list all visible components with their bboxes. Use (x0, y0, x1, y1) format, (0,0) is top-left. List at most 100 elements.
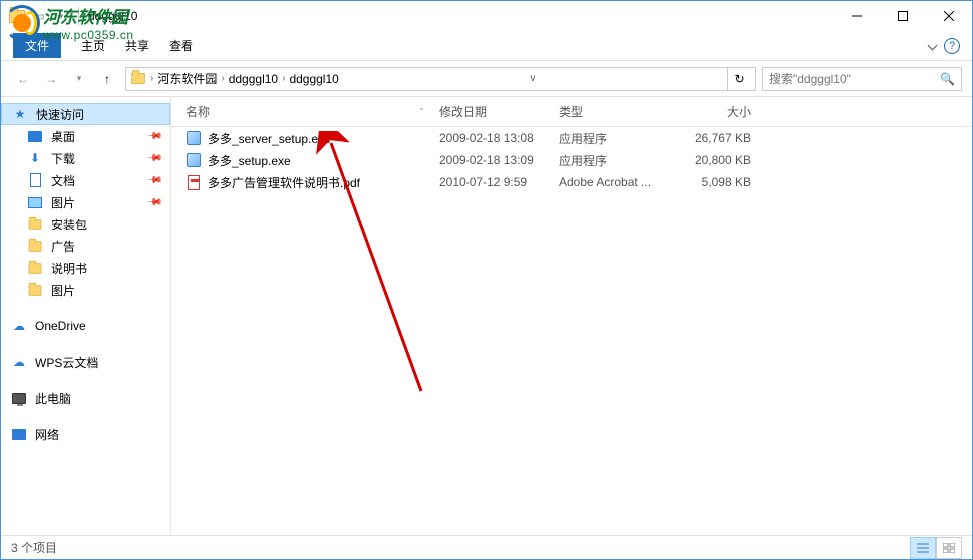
sidebar-install-pkg[interactable]: 安装包 (1, 213, 170, 235)
sidebar-ads[interactable]: 广告 (1, 235, 170, 257)
pc-icon (11, 390, 27, 406)
breadcrumb[interactable]: › 河东软件园 › ddgggl10 › ddgggl10 v ↻ (125, 67, 756, 91)
tab-share[interactable]: 共享 (125, 37, 149, 54)
sidebar-item-label: 安装包 (51, 216, 87, 233)
file-size: 20,800 KB (671, 153, 771, 167)
forward-button[interactable]: → (39, 67, 63, 91)
tab-view[interactable]: 查看 (169, 37, 193, 54)
column-header-row: 名称ˆ 修改日期 类型 大小 (171, 97, 972, 127)
chevron-right-icon[interactable]: › (150, 73, 153, 84)
pin-icon: 📌 (145, 150, 162, 167)
folder-icon (27, 282, 43, 298)
view-details-button[interactable] (910, 537, 936, 559)
sidebar-thispc[interactable]: 此电脑 (1, 387, 170, 409)
sidebar-desktop[interactable]: 桌面 📌 (1, 125, 170, 147)
maximize-button[interactable] (880, 1, 926, 31)
network-icon (11, 426, 27, 442)
file-date: 2009-02-18 13:09 (431, 153, 551, 167)
table-row[interactable]: 多多_setup.exe 2009-02-18 13:09 应用程序 20,80… (171, 149, 972, 171)
status-count: 3 个项目 (11, 539, 57, 556)
sidebar-item-label: 桌面 (51, 128, 75, 145)
help-icon[interactable]: ? (944, 38, 960, 54)
sidebar-onedrive[interactable]: ☁OneDrive (1, 315, 170, 337)
pdf-icon (186, 174, 202, 190)
column-header-date[interactable]: 修改日期 (431, 97, 551, 126)
sidebar-item-label: WPS云文档 (35, 354, 98, 371)
folder-icon (27, 216, 43, 232)
sidebar-downloads[interactable]: ⬇ 下载 📌 (1, 147, 170, 169)
sidebar-item-label: 图片 (51, 194, 75, 211)
address-dropdown-icon[interactable]: v (521, 67, 545, 91)
sidebar-manual[interactable]: 说明书 (1, 257, 170, 279)
exe-icon (186, 152, 202, 168)
minimize-button[interactable] (834, 1, 880, 31)
tab-file[interactable]: 文件 (13, 33, 61, 58)
back-button[interactable]: ← (11, 67, 35, 91)
search-icon[interactable]: 🔍 (940, 72, 955, 86)
exe-icon (186, 130, 202, 146)
sidebar: ★ 快速访问 桌面 📌 ⬇ 下载 📌 文档 📌 图片 📌 安装包 广告 说明书 图片 ☁O… (1, 97, 171, 535)
document-icon (27, 172, 43, 188)
sidebar-item-label: 广告 (51, 238, 75, 255)
close-button[interactable] (926, 1, 972, 31)
search-box[interactable]: 🔍 (762, 67, 962, 91)
sidebar-wpscloud[interactable]: ☁WPS云文档 (1, 351, 170, 373)
download-icon: ⬇ (27, 150, 43, 166)
titlebar: ▭ ▾ ddgggl10 (1, 1, 972, 31)
sidebar-network[interactable]: 网络 (1, 423, 170, 445)
file-name: 多多_setup.exe (208, 152, 291, 169)
pin-icon: 📌 (145, 194, 162, 211)
column-header-type[interactable]: 类型 (551, 97, 671, 126)
table-row[interactable]: 多多广告管理软件说明书.pdf 2010-07-12 9:59 Adobe Ac… (171, 171, 972, 193)
file-date: 2010-07-12 9:59 (431, 175, 551, 189)
sidebar-item-label: 下载 (51, 150, 75, 167)
ribbon-collapse-icon[interactable] (928, 41, 938, 51)
pin-icon: 📌 (145, 128, 162, 145)
picture-icon (27, 194, 43, 210)
sidebar-item-label: 说明书 (51, 260, 87, 277)
breadcrumb-seg-2[interactable]: ddgggl10 (289, 72, 338, 86)
pin-icon: 📌 (145, 172, 162, 189)
file-type: 应用程序 (551, 152, 671, 169)
quick-properties-icon[interactable]: ▭ (31, 8, 47, 24)
window-title: ddgggl10 (88, 9, 137, 23)
chevron-right-icon[interactable]: › (282, 73, 285, 84)
column-header-name[interactable]: 名称ˆ (171, 97, 431, 126)
sort-arrow-icon: ˆ (420, 107, 423, 117)
statusbar: 3 个项目 (1, 535, 972, 559)
folder-icon (27, 238, 43, 254)
tab-home[interactable]: 主页 (81, 37, 105, 54)
breadcrumb-seg-1[interactable]: ddgggl10 (229, 72, 278, 86)
file-name: 多多_server_setup.exe (208, 130, 331, 147)
refresh-button[interactable]: ↻ (727, 67, 751, 91)
column-header-size[interactable]: 大小 (671, 97, 771, 126)
quick-dropdown-icon[interactable]: ▾ (53, 8, 69, 24)
file-type: 应用程序 (551, 130, 671, 147)
folder-icon (9, 8, 25, 24)
sidebar-item-label: 快速访问 (36, 106, 84, 123)
star-icon: ★ (12, 106, 28, 122)
history-dropdown-icon[interactable]: ▾ (67, 67, 91, 91)
file-size: 5,098 KB (671, 175, 771, 189)
sidebar-pictures2[interactable]: 图片 (1, 279, 170, 301)
sidebar-documents[interactable]: 文档 📌 (1, 169, 170, 191)
sidebar-pictures[interactable]: 图片 📌 (1, 191, 170, 213)
sidebar-item-label: 图片 (51, 282, 75, 299)
divider (78, 7, 79, 25)
sidebar-item-label: 此电脑 (35, 390, 71, 407)
sidebar-quick-access[interactable]: ★ 快速访问 (1, 103, 170, 125)
file-type: Adobe Acrobat ... (551, 175, 671, 189)
view-icons-button[interactable] (936, 537, 962, 559)
search-input[interactable] (769, 72, 940, 86)
breadcrumb-seg-root[interactable]: 河东软件园 (157, 70, 217, 87)
file-name: 多多广告管理软件说明书.pdf (208, 174, 360, 191)
chevron-right-icon[interactable]: › (221, 73, 224, 84)
table-row[interactable]: 多多_server_setup.exe 2009-02-18 13:08 应用程… (171, 127, 972, 149)
navbar: ← → ▾ ↑ › 河东软件园 › ddgggl10 › ddgggl10 v … (1, 61, 972, 97)
sidebar-item-label: OneDrive (35, 319, 86, 333)
desktop-icon (27, 128, 43, 144)
ribbon: 文件 主页 共享 查看 ? (1, 31, 972, 61)
up-button[interactable]: ↑ (95, 67, 119, 91)
sidebar-item-label: 文档 (51, 172, 75, 189)
file-date: 2009-02-18 13:08 (431, 131, 551, 145)
